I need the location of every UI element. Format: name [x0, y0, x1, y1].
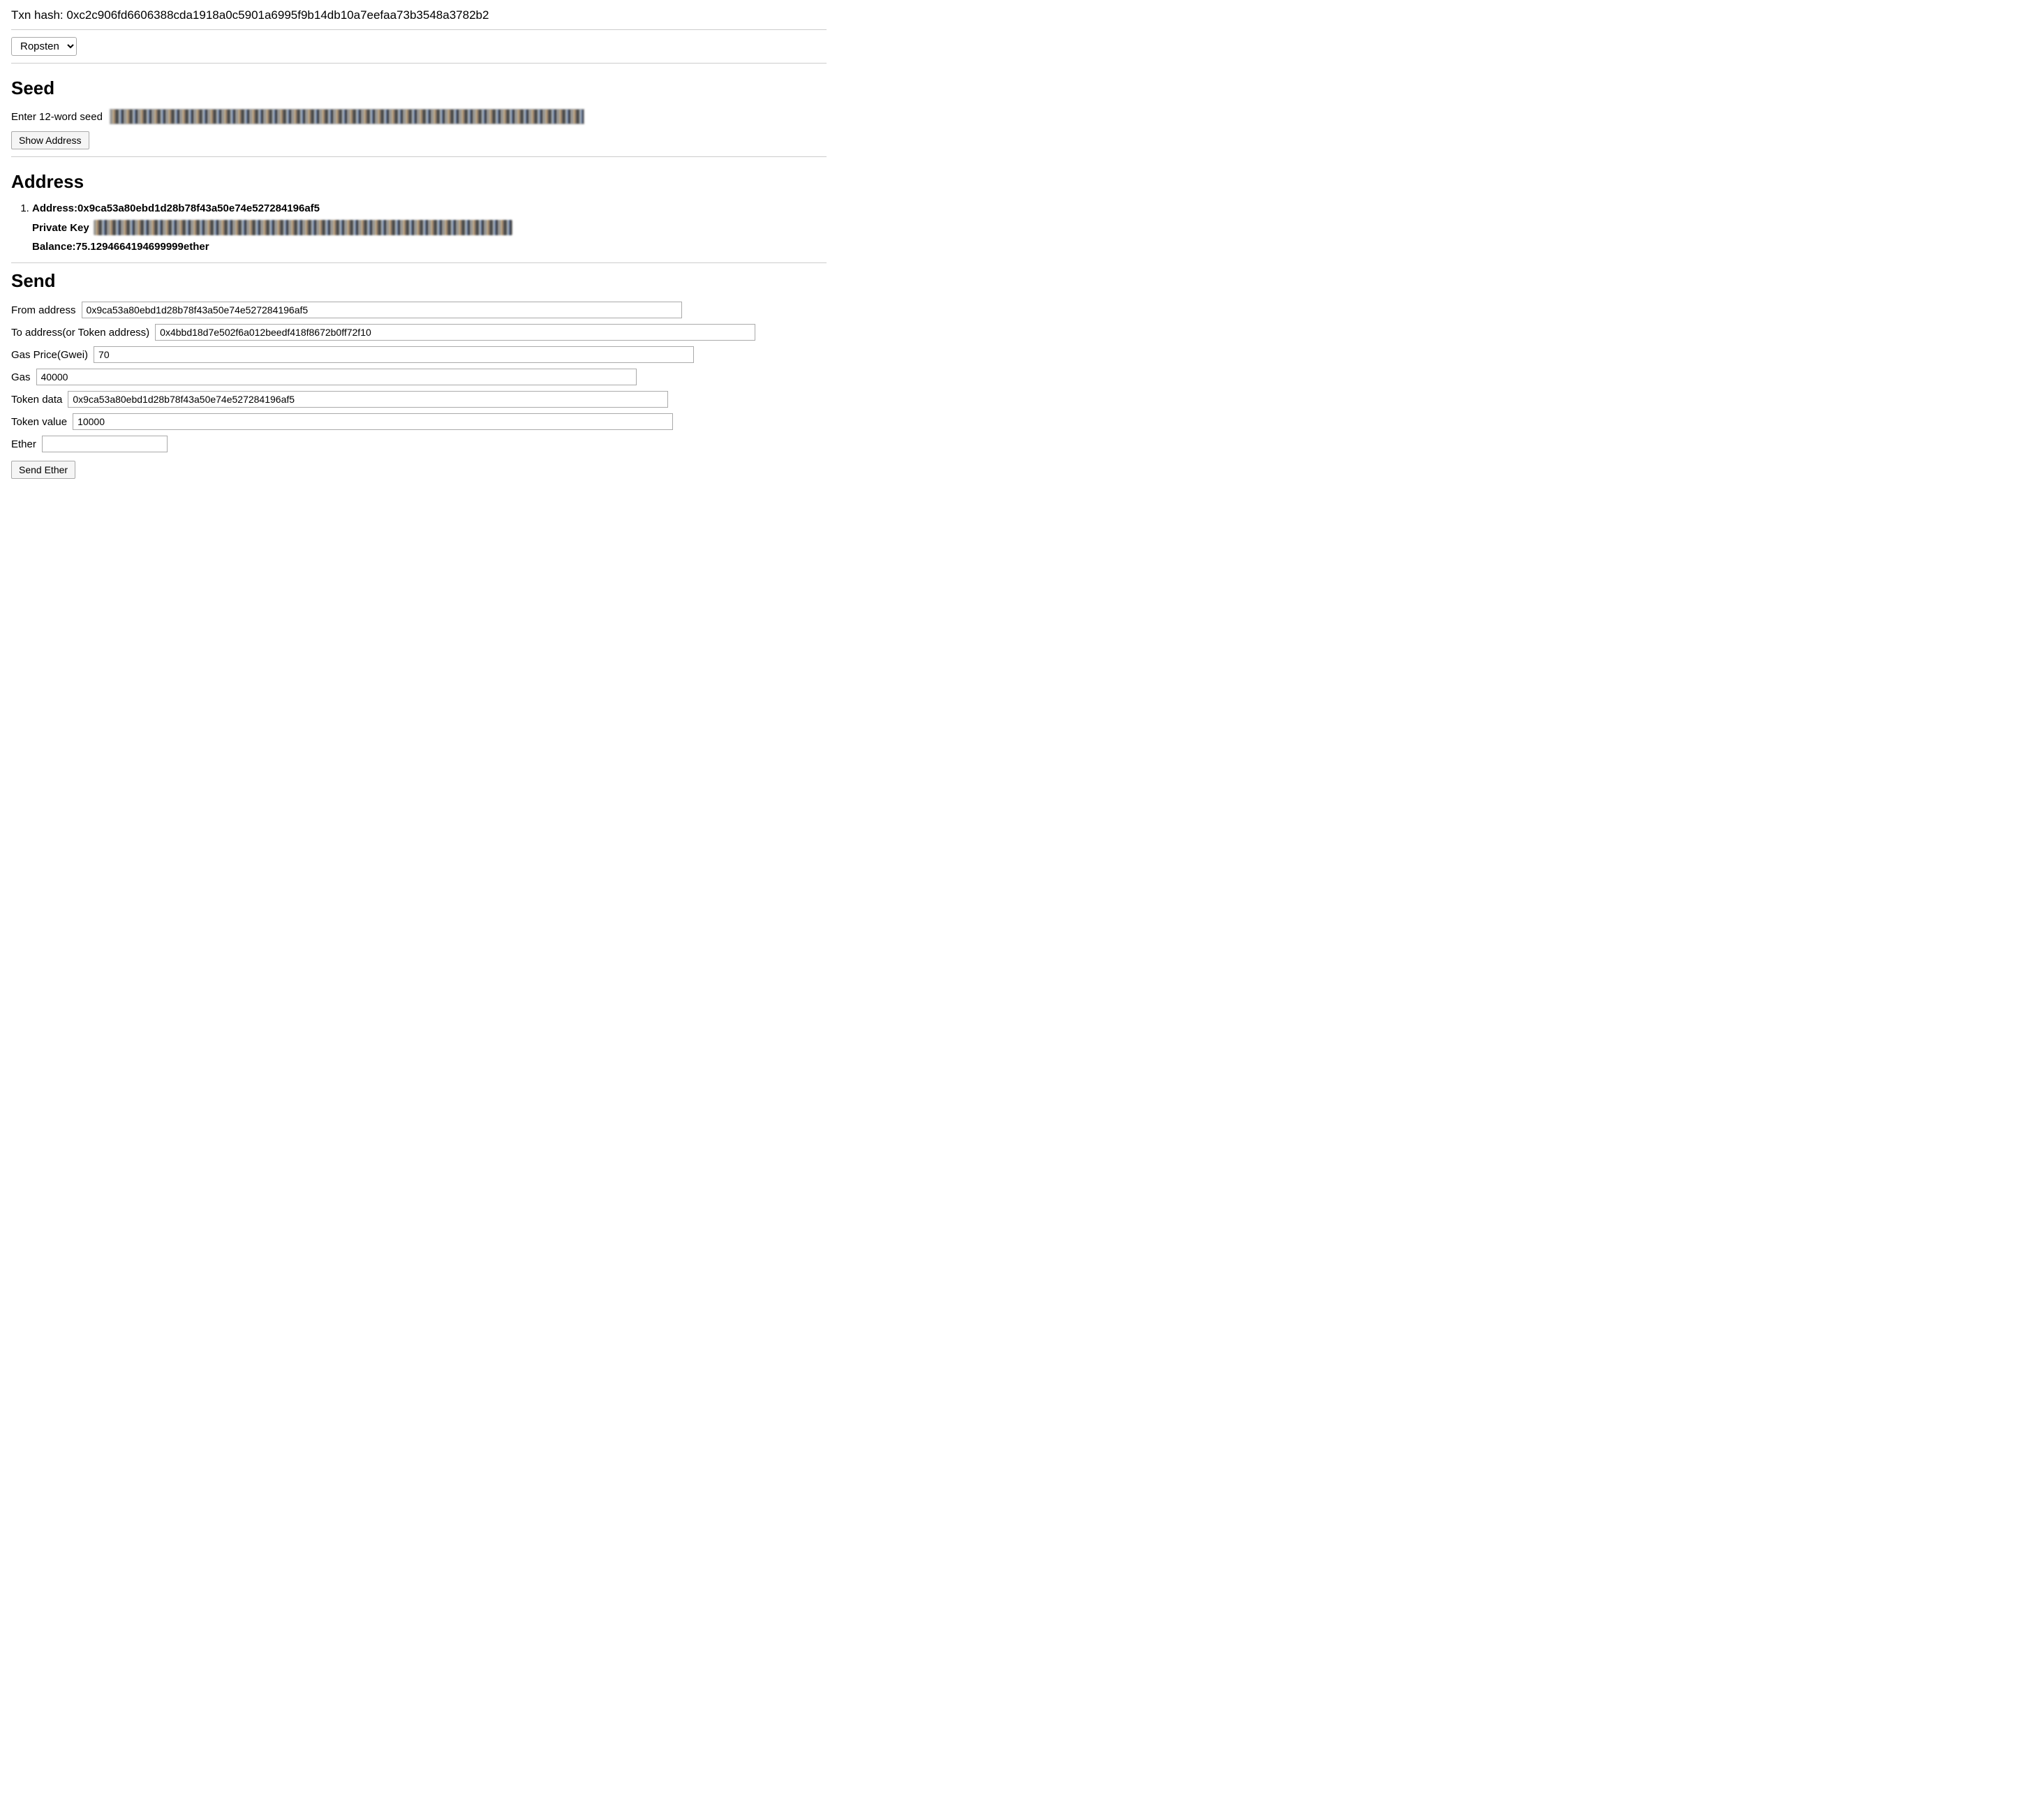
to-address-input[interactable]	[155, 324, 755, 341]
send-ether-button[interactable]: Send Ether	[11, 461, 75, 479]
ether-input[interactable]	[42, 436, 168, 452]
seed-blur-display	[110, 109, 584, 124]
gas-row: Gas	[11, 369, 827, 385]
send-section: Send From address To address(or Token ad…	[11, 270, 827, 479]
divider-network	[11, 63, 827, 64]
address-title: Address	[11, 171, 827, 193]
token-data-input[interactable]	[68, 391, 668, 408]
txn-hash-line: Txn hash: 0xc2c906fd6606388cda1918a0c590…	[11, 8, 827, 22]
token-value-row: Token value	[11, 413, 827, 430]
balance-label: Balance:	[32, 241, 76, 253]
ether-label: Ether	[11, 438, 36, 450]
to-address-label: To address(or Token address)	[11, 327, 149, 339]
divider-txn	[11, 29, 827, 30]
gas-input[interactable]	[36, 369, 637, 385]
gas-label: Gas	[11, 371, 31, 383]
token-value-label: Token value	[11, 416, 67, 428]
ether-row: Ether	[11, 436, 827, 452]
network-select-row: Ropsten Mainnet Rinkeby Kovan	[11, 37, 827, 56]
balance-line: Balance:75.1294664194699999ether	[32, 241, 827, 253]
seed-title: Seed	[11, 77, 827, 99]
gas-price-label: Gas Price(Gwei)	[11, 349, 88, 361]
private-key-label: Private Key	[32, 222, 89, 234]
token-value-input[interactable]	[73, 413, 673, 430]
address-list: Address:0x9ca53a80ebd1d28b78f43a50e74e52…	[11, 202, 827, 253]
seed-section: Seed Enter 12-word seed Show Address	[11, 77, 827, 149]
address-field-value: 0x9ca53a80ebd1d28b78f43a50e74e527284196a…	[77, 202, 320, 214]
divider-seed	[11, 156, 827, 157]
token-data-label: Token data	[11, 394, 62, 406]
gas-price-row: Gas Price(Gwei)	[11, 346, 827, 363]
txn-hash-label: Txn hash:	[11, 8, 64, 22]
address-value-line: Address:0x9ca53a80ebd1d28b78f43a50e74e52…	[32, 202, 827, 214]
from-address-label: From address	[11, 304, 76, 316]
txn-hash-value: 0xc2c906fd6606388cda1918a0c5901a6995f9b1…	[66, 8, 489, 22]
balance-value: 75.1294664194699999ether	[76, 241, 209, 253]
send-title: Send	[11, 270, 827, 292]
from-address-row: From address	[11, 302, 827, 318]
show-address-button[interactable]: Show Address	[11, 131, 89, 149]
token-data-row: Token data	[11, 391, 827, 408]
address-section: Address Address:0x9ca53a80ebd1d28b78f43a…	[11, 171, 827, 253]
seed-label: Enter 12-word seed	[11, 111, 103, 123]
private-key-blur	[94, 220, 512, 235]
divider-address	[11, 262, 827, 263]
private-key-line: Private Key	[32, 220, 827, 235]
gas-price-input[interactable]	[94, 346, 694, 363]
from-address-input[interactable]	[82, 302, 682, 318]
network-select[interactable]: Ropsten Mainnet Rinkeby Kovan	[11, 37, 77, 56]
address-list-item: Address:0x9ca53a80ebd1d28b78f43a50e74e52…	[32, 202, 827, 253]
address-field-label: Address:	[32, 202, 77, 214]
to-address-row: To address(or Token address)	[11, 324, 827, 341]
seed-input-row: Enter 12-word seed	[11, 109, 827, 124]
